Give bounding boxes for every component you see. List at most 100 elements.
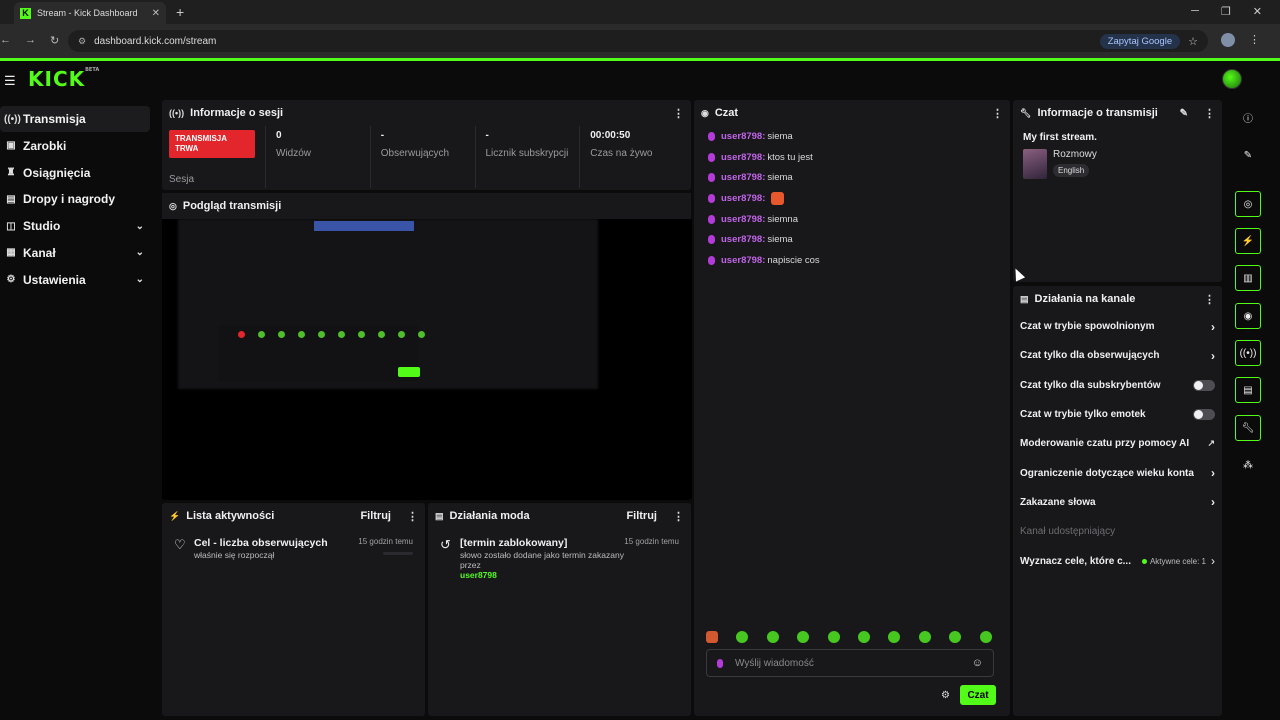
- reload-icon[interactable]: ↻: [50, 34, 59, 47]
- session-info-panel: ((•)) Informacje o sesji ⋮ TRANSMISJA TRWA…: [162, 100, 691, 190]
- activity-time: 15 godzin temu: [358, 537, 413, 546]
- action-ai-moderation[interactable]: Moderowanie czatu przy pomocy AI ↗: [1020, 429, 1215, 458]
- action-emote-only: Czat w trybie tylko emotek: [1020, 400, 1215, 429]
- lightning-icon[interactable]: ⚡: [1235, 228, 1261, 254]
- gear-icon: ⚙: [6, 274, 16, 286]
- chat-username[interactable]: user8798:: [721, 172, 765, 183]
- window-controls: ─ ❐ ✕: [1191, 5, 1262, 18]
- sidebar-item-studio[interactable]: ◫ Studio ⌄: [0, 213, 150, 239]
- kick-logo[interactable]: KICKBETA: [28, 67, 99, 91]
- close-tab-icon[interactable]: ✕: [152, 8, 160, 19]
- more-options-icon[interactable]: ⋮: [407, 510, 418, 523]
- category-name: Rozmowy: [1053, 149, 1097, 160]
- emote-icon[interactable]: [918, 631, 931, 643]
- chat-username[interactable]: user8798:: [721, 131, 765, 142]
- info-icon[interactable]: ⓘ: [1235, 104, 1261, 130]
- chat-input[interactable]: Wyślij wiadomość ☺: [706, 649, 994, 677]
- action-set-goals[interactable]: Wyznacz cele, które c... Aktywne cele: 1 ›: [1020, 546, 1215, 575]
- more-options-icon[interactable]: ⋮: [1204, 293, 1215, 306]
- chat-message[interactable]: user8798:: [708, 188, 996, 209]
- undo-icon: ↺: [440, 537, 451, 552]
- edit-pencil-icon[interactable]: ✎: [1235, 142, 1261, 168]
- layout-icon[interactable]: ▤: [1235, 377, 1261, 403]
- action-banned-words[interactable]: Zakazane słowa ›: [1020, 488, 1215, 517]
- action-slow-mode[interactable]: Czat w trybie spowolnionym ›: [1020, 312, 1215, 341]
- more-options-icon[interactable]: ⋮: [673, 510, 684, 523]
- action-account-age[interactable]: Ograniczenie dotyczące wieku konta ›: [1020, 458, 1215, 487]
- chat-settings-icon[interactable]: ⚙: [941, 690, 950, 701]
- studio-icon: ◫: [6, 220, 16, 232]
- emote-icon[interactable]: [979, 631, 992, 643]
- sidebar-item-transmisja[interactable]: ((•)) Transmisja: [0, 106, 150, 132]
- clipboard-icon[interactable]: ▥: [1235, 265, 1261, 291]
- emote-icon[interactable]: [857, 631, 870, 643]
- forward-icon[interactable]: →: [25, 34, 36, 47]
- stream-preview-video[interactable]: [162, 219, 692, 499]
- chat-message[interactable]: user8798: siema: [708, 167, 996, 188]
- mod-actions-panel: ▤ Działania moda Filtruj ⋮ ↺ [termin zablok…: [428, 503, 691, 716]
- chevron-right-icon: ›: [1211, 554, 1215, 569]
- profile-avatar[interactable]: [1221, 33, 1235, 47]
- chat-username[interactable]: user8798:: [721, 214, 765, 225]
- chat-message[interactable]: user8798: siema: [708, 126, 996, 147]
- chat-username[interactable]: user8798:: [721, 152, 765, 163]
- sidebar-item-ustawienia[interactable]: ⚙ Ustawienia ⌄: [0, 267, 150, 293]
- sidebar-item-dropy[interactable]: ▤ Dropy i nagrody: [0, 186, 150, 212]
- emote-icon[interactable]: [827, 631, 840, 643]
- minimize-icon[interactable]: ─: [1191, 5, 1199, 18]
- chat-message[interactable]: user8798: siema: [708, 229, 996, 250]
- browser-tab[interactable]: K Stream - Kick Dashboard ✕: [14, 2, 166, 24]
- menu-kebab-icon[interactable]: ⋮: [1249, 33, 1260, 47]
- mic-badge-icon: [708, 235, 715, 245]
- emote-icon[interactable]: [888, 631, 901, 643]
- filter-button[interactable]: Filtruj: [360, 510, 391, 522]
- google-lens-chip[interactable]: Zapytaj Google: [1099, 33, 1181, 49]
- session-label: Sesja: [169, 174, 195, 185]
- user-avatar[interactable]: [1222, 69, 1242, 89]
- sidebar-item-zarobki[interactable]: ▣ Zarobki: [0, 133, 150, 159]
- more-options-icon[interactable]: ⋮: [992, 107, 1003, 120]
- stat-subs: - Licznik subskrypcji: [476, 126, 581, 188]
- close-window-icon[interactable]: ✕: [1253, 5, 1262, 18]
- mod-action-user[interactable]: user8798: [460, 570, 624, 580]
- sidebar-item-osiagniecia[interactable]: ♜ Osiągnięcia: [0, 160, 150, 186]
- emote-icon[interactable]: [766, 631, 779, 643]
- chat-message[interactable]: user8798: napiscie cos: [708, 250, 996, 271]
- emote-icon[interactable]: [706, 631, 718, 643]
- hamburger-menu-icon[interactable]: ☰: [4, 73, 16, 89]
- action-followers-only[interactable]: Czat tylko dla obserwujących ›: [1020, 341, 1215, 370]
- subscribers-only-toggle[interactable]: [1193, 379, 1215, 391]
- back-icon[interactable]: ←: [0, 34, 11, 47]
- new-tab-icon[interactable]: +: [176, 4, 184, 20]
- chevron-right-icon: ›: [1211, 466, 1215, 481]
- emote-icon: [771, 191, 785, 205]
- chat-message[interactable]: user8798: ktos tu jest: [708, 147, 996, 168]
- kick-favicon: K: [20, 7, 31, 19]
- maximize-icon[interactable]: ❐: [1221, 5, 1231, 18]
- url-field[interactable]: ⚙ dashboard.kick.com/stream Zapytaj Goog…: [68, 30, 1208, 52]
- emote-only-toggle[interactable]: [1193, 409, 1215, 421]
- filter-button[interactable]: Filtruj: [626, 510, 657, 522]
- sidebar-item-kanal[interactable]: ▦ Kanał ⌄: [0, 240, 150, 266]
- edit-pencil-icon[interactable]: ✎: [1180, 108, 1188, 119]
- mic-badge-icon: [708, 193, 715, 203]
- chat-username[interactable]: user8798:: [721, 255, 765, 266]
- emote-icon[interactable]: [949, 631, 962, 643]
- preview-toggle-icon[interactable]: ◎: [1235, 191, 1261, 217]
- site-info-icon[interactable]: ⚙: [78, 36, 86, 47]
- send-chat-button[interactable]: Czat: [960, 685, 996, 705]
- emoji-picker-icon[interactable]: ☺: [972, 657, 983, 669]
- bookmark-star-icon[interactable]: ☆: [1188, 35, 1198, 48]
- broadcast-icon[interactable]: ((•)): [1235, 340, 1261, 366]
- kick-topnav: ☰ KICKBETA: [0, 61, 1280, 98]
- emote-icon[interactable]: [736, 631, 749, 643]
- chat-username[interactable]: user8798:: [721, 234, 765, 245]
- widgets-icon[interactable]: ⁂: [1235, 452, 1261, 478]
- chat-bubble-icon[interactable]: ◉: [1235, 303, 1261, 329]
- wrench-icon[interactable]: 🔧︎: [1235, 415, 1261, 441]
- emote-icon[interactable]: [797, 631, 810, 643]
- more-options-icon[interactable]: ⋮: [1204, 107, 1215, 120]
- chat-username[interactable]: user8798:: [721, 193, 765, 204]
- chat-message[interactable]: user8798: siemna: [708, 209, 996, 230]
- more-options-icon[interactable]: ⋮: [673, 107, 684, 120]
